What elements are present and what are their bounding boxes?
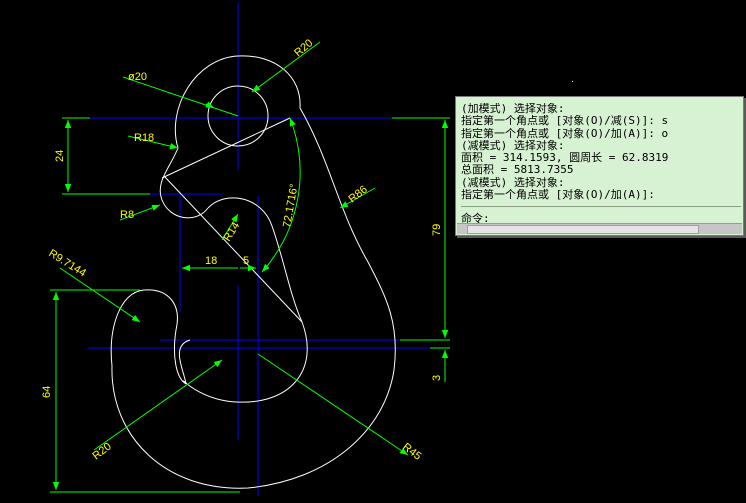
outer-arc[interactable] — [111, 107, 396, 489]
inner-bowl[interactable] — [183, 321, 308, 403]
tip-hook[interactable] — [178, 339, 191, 385]
command-input[interactable]: 命令: — [461, 206, 741, 225]
drawing-viewport[interactable]: R20 ø20 R18 24 R8 R14 72.1716° R86 79 R9… — [0, 0, 746, 503]
dim-text-r18: R18 — [134, 132, 154, 144]
tip-arc[interactable] — [110, 289, 187, 385]
dim-text-3: 3 — [431, 375, 443, 381]
dim-r45-leader — [257, 353, 409, 456]
dim-text-r20-top: R20 — [292, 37, 315, 59]
dim-text-5: 5 — [243, 255, 249, 267]
dimension-texts: R20 ø20 R18 24 R8 R14 72.1716° R86 79 R9… — [41, 37, 443, 463]
command-history-line: 指定第一个角点或 [对象(O)/加(A)]: o — [461, 127, 669, 140]
dim-text-r45: R45 — [400, 441, 423, 463]
dim-text-angle: 72.1716° — [281, 183, 300, 229]
dim-text-dia20: ø20 — [128, 71, 147, 83]
dim-text-18: 18 — [205, 255, 217, 267]
command-history-line: (加模式) 选择对象: — [461, 103, 565, 115]
cad-drawing[interactable]: R20 ø20 R18 24 R8 R14 72.1716° R86 79 R9… — [0, 0, 746, 503]
command-scrollbar[interactable] — [457, 223, 742, 234]
dim-r20-bottom-leader — [93, 359, 223, 451]
dim-text-r14: R14 — [221, 220, 242, 243]
dim-text-r8: R8 — [120, 209, 134, 221]
command-history-line: (减模式) 选择对象: — [461, 176, 565, 189]
command-history-line: (减模式) 选择对象: — [461, 139, 565, 152]
command-history-line: 指定第一个角点或 [对象(O)/减(S)]: s — [461, 115, 669, 128]
command-window[interactable]: (加模式) 选择对象: 指定第一个角点或 [对象(O)/减(S)]: s 指定第… — [455, 96, 744, 236]
dim-text-r20-bottom: R20 — [90, 440, 113, 462]
command-history-line: 面积 = 314.1593, 圆周长 = 62.8319 — [461, 152, 669, 165]
hook-outline[interactable] — [110, 55, 396, 489]
command-history-line: 总面积 = 5813.7355 — [461, 164, 574, 177]
dim-text-64: 64 — [41, 386, 53, 398]
dim-text-24: 24 — [54, 150, 66, 162]
command-scrollbar-thumb[interactable] — [467, 225, 699, 234]
tangent-line-top[interactable] — [161, 117, 291, 179]
command-history: (加模式) 选择对象: 指定第一个角点或 [对象(O)/减(S)]: s 指定第… — [461, 103, 741, 209]
command-history-line: 指定第一个角点或 [对象(O)/加(A)]: — [461, 189, 655, 202]
cursor-dot — [572, 81, 573, 82]
dim-text-r9: R9.7144 — [46, 247, 88, 279]
dim-text-79: 79 — [431, 224, 443, 236]
dim-r9-leader — [59, 267, 141, 323]
left-notch-r8[interactable] — [159, 147, 209, 219]
